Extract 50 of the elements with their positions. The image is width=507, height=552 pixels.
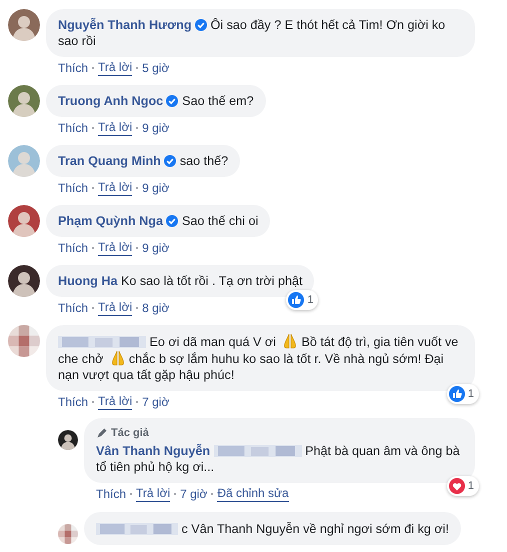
reaction-count: 1 (307, 293, 314, 308)
author-name[interactable]: Huong Ha (58, 274, 118, 288)
comment-text: Phạm Quỳnh Nga Sao thế chi oi (58, 213, 258, 229)
like-link[interactable]: Thích (58, 394, 88, 410)
reply-link[interactable]: Trả lời (98, 60, 132, 76)
author-name[interactable]: Vân Thanh Nguyễn (96, 444, 210, 458)
time-link[interactable]: 7 giờ (180, 486, 208, 502)
author-name[interactable]: Nguyễn Thanh Hương (58, 18, 192, 32)
author-label: Tác giả (111, 426, 149, 440)
reaction-badge[interactable]: 1 (286, 290, 318, 310)
avatar-icon[interactable] (58, 430, 78, 450)
like-link[interactable]: Thích (58, 240, 88, 256)
like-link[interactable]: Thích (96, 486, 126, 502)
reaction-badge[interactable]: 1 (446, 384, 479, 404)
time-link[interactable]: 7 giờ (142, 394, 170, 410)
reply-link[interactable]: Trả lời (98, 180, 132, 196)
edited-link[interactable]: Đã chỉnh sửa (217, 486, 289, 502)
comment-text: Nguyễn Thanh Hương Ôi sao đầy ? E thót hết cả Tim! Ơn giời ko sao rồi (58, 17, 446, 49)
like-link[interactable]: Thích (58, 180, 88, 196)
time-link[interactable]: 5 giờ (142, 60, 170, 76)
comment-text: Truong Anh Ngoc Sao thế em? (58, 93, 254, 109)
reply-link[interactable]: Trả lời (98, 120, 132, 136)
comment-text: Eo ơi dã man quá V ơi Bồ tát độ trì, gia tiên vuốt ve che chở chắc b sợ lắm huhu ko sao là tốt r. Về nhà ngủ sớm! Đại nạn vượt qua tất gặp hậu phúc! (58, 333, 460, 383)
like-link[interactable]: Thích (58, 120, 88, 136)
time-link[interactable]: 9 giờ (142, 120, 170, 136)
comment-text: c Vân Thanh Nguyễn về nghỉ ngơi sớm đi kg ơi! (96, 520, 449, 537)
blurred-avatar-icon[interactable] (8, 325, 40, 357)
reaction-count: 1 (468, 479, 474, 494)
author-name[interactable]: Tran Quang Minh (58, 154, 161, 168)
reply-link[interactable]: Trả lời (136, 486, 170, 502)
praying-hands-icon (110, 350, 126, 366)
reaction-count: 1 (468, 387, 474, 402)
pencil-icon (96, 427, 108, 439)
reply-link[interactable]: Trả lời (98, 394, 132, 410)
time-link[interactable]: 9 giờ (142, 240, 170, 256)
blurred-avatar-icon[interactable] (58, 524, 78, 544)
time-link[interactable]: 8 giờ (142, 300, 170, 316)
reply-link[interactable]: Trả lời (98, 240, 132, 256)
reply-link[interactable]: Trả lời (98, 300, 132, 316)
praying-hands-icon (282, 333, 298, 349)
avatar-icon[interactable] (8, 265, 40, 297)
comment-text: Tran Quang Minh sao thế? (58, 153, 228, 169)
time-link[interactable]: 9 giờ (142, 180, 170, 196)
like-link[interactable]: Thích (58, 300, 88, 316)
author-name[interactable]: Phạm Quỳnh Nga (58, 214, 163, 228)
like-link[interactable]: Thích (58, 60, 88, 76)
comment-text: Huong Ha Ko sao là tốt rồi . Tạ ơn trời phật (58, 273, 302, 289)
comment-text: Vân Thanh Nguyễn Phật bà quan âm và ông bà tổ tiên phủ hộ kg ơi... (96, 442, 461, 475)
reaction-badge[interactable]: 1 (446, 476, 479, 496)
author-name[interactable]: Truong Anh Ngoc (58, 94, 164, 108)
